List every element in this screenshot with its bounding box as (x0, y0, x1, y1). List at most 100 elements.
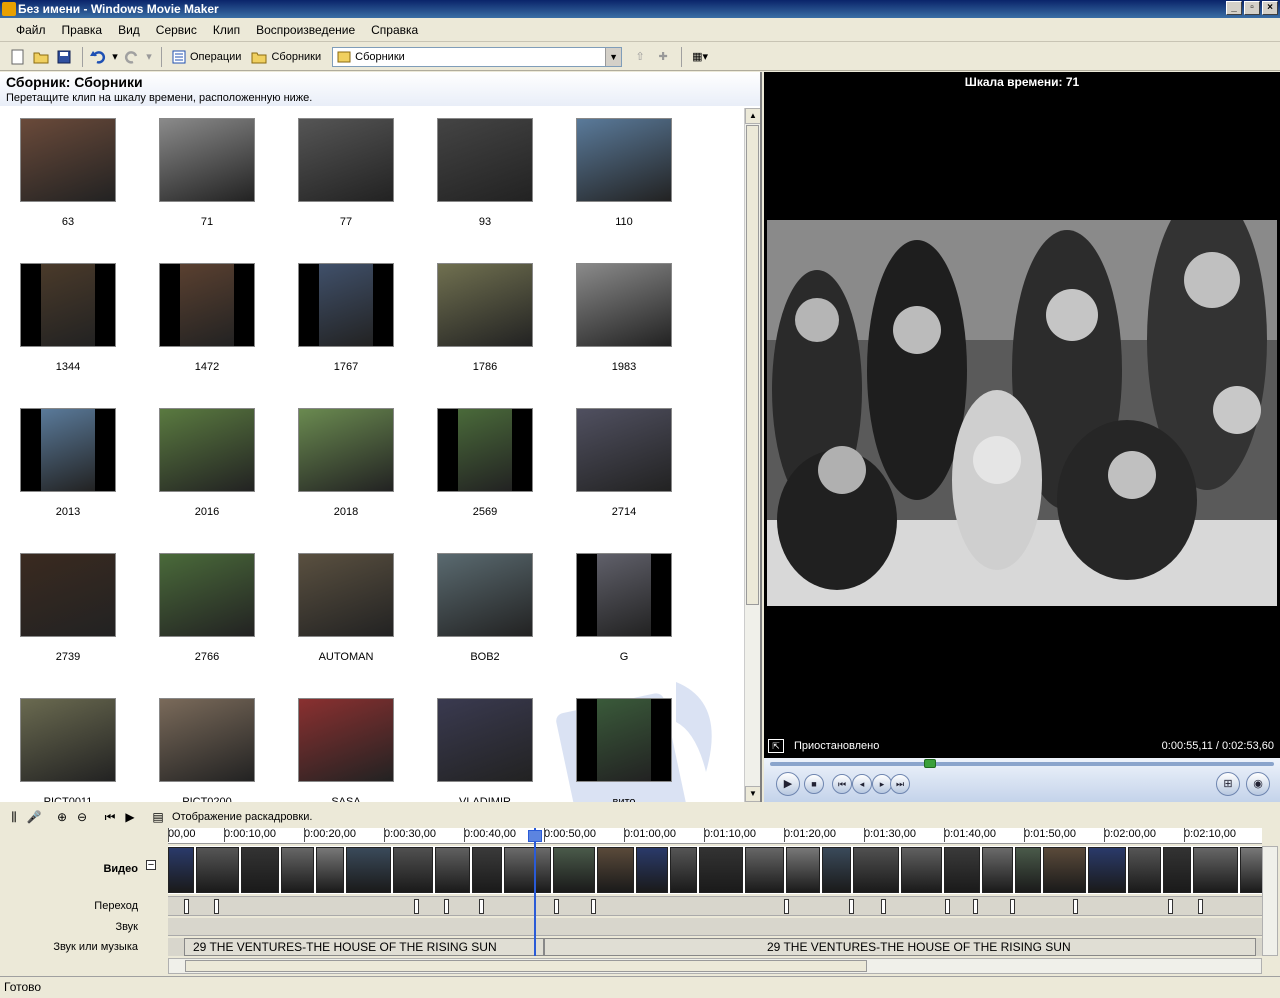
transition-marker[interactable] (414, 899, 419, 914)
transition-marker[interactable] (945, 899, 950, 914)
timeline-video-clip[interactable] (1088, 847, 1126, 893)
clip-thumbnail-image[interactable] (159, 408, 255, 492)
timeline-video-clip[interactable] (346, 847, 391, 893)
play-icon[interactable]: ▶ (776, 772, 800, 796)
undo-icon[interactable] (88, 47, 108, 67)
timeline-video-clip[interactable] (636, 847, 668, 893)
clip-thumbnail-item[interactable]: 2714 (576, 408, 672, 518)
clip-thumbnail-image[interactable] (437, 698, 533, 782)
timeline-video-clip[interactable] (853, 847, 899, 893)
clip-thumbnail-item[interactable]: 2739 (20, 553, 116, 663)
storyboard-toggle-label[interactable]: Отображение раскадровки. (172, 811, 312, 823)
menu-play[interactable]: Воспроизведение (248, 23, 363, 37)
timeline-video-clip[interactable] (901, 847, 942, 893)
clip-thumbnail-item[interactable]: вито (576, 698, 672, 802)
clip-thumbnail-item[interactable]: 1767 (298, 263, 394, 373)
timeline-video-clip[interactable] (316, 847, 344, 893)
clip-thumbnail-item[interactable]: 1472 (159, 263, 255, 373)
transition-marker[interactable] (1073, 899, 1078, 914)
split-clip-icon[interactable]: ⊞ (1216, 772, 1240, 796)
playhead[interactable] (534, 828, 536, 956)
collection-selector[interactable]: Сборники ▼ (332, 46, 623, 67)
timeline-vscroll[interactable] (1262, 846, 1278, 956)
timeline-video-clip[interactable] (435, 847, 470, 893)
transition-marker[interactable] (214, 899, 219, 914)
maximize-button[interactable]: ▫ (1244, 1, 1260, 15)
clip-thumbnail-item[interactable]: VLADIMIR (437, 698, 533, 802)
scroll-down-icon[interactable]: ▼ (745, 786, 760, 802)
next-frame-icon[interactable]: ⏭ (890, 774, 910, 794)
clip-thumbnail-item[interactable]: 71 (159, 118, 255, 228)
new-collection-icon[interactable]: ✚ (653, 47, 673, 67)
menu-view[interactable]: Вид (110, 23, 148, 37)
narrate-timeline-icon[interactable]: 🎤 (24, 808, 44, 826)
transition-marker[interactable] (1198, 899, 1203, 914)
timeline-video-clip[interactable] (699, 847, 743, 893)
rewind-timeline-icon[interactable]: ⏮ (100, 808, 120, 826)
clip-thumbnail-item[interactable]: 1344 (20, 263, 116, 373)
step-back-icon[interactable]: ◂ (852, 774, 872, 794)
clip-thumbnail-item[interactable]: 93 (437, 118, 533, 228)
clip-thumbnail-image[interactable] (20, 698, 116, 782)
clip-thumbnail-image[interactable] (576, 553, 672, 637)
timeline-video-clip[interactable] (597, 847, 634, 893)
clip-thumbnail-image[interactable] (298, 698, 394, 782)
undo-dropdown-icon[interactable]: ▾ (111, 47, 119, 67)
clip-thumbnail-item[interactable]: 2018 (298, 408, 394, 518)
clip-thumbnail-item[interactable]: 63 (20, 118, 116, 228)
set-audio-levels-icon[interactable]: ⫼ (4, 808, 24, 826)
seek-handle[interactable] (923, 759, 936, 768)
clip-thumbnail-image[interactable] (437, 263, 533, 347)
timeline-video-clip[interactable] (786, 847, 820, 893)
up-level-icon[interactable]: ⇧ (630, 47, 650, 67)
clip-thumbnail-item[interactable]: 1786 (437, 263, 533, 373)
timeline-video-clip[interactable] (670, 847, 697, 893)
clip-thumbnail-image[interactable] (159, 553, 255, 637)
clip-thumbnail-image[interactable] (298, 118, 394, 202)
menu-clip[interactable]: Клип (205, 23, 248, 37)
minimize-button[interactable]: _ (1226, 1, 1242, 15)
timeline-video-clip[interactable] (1015, 847, 1041, 893)
clip-thumbnail-image[interactable] (298, 408, 394, 492)
clip-thumbnail-item[interactable]: 1983 (576, 263, 672, 373)
clip-thumbnail-item[interactable]: 77 (298, 118, 394, 228)
clip-thumbnail-image[interactable] (298, 553, 394, 637)
view-options-icon[interactable]: ▦▾ (687, 47, 713, 67)
clip-thumbnail-image[interactable] (437, 118, 533, 202)
audio-track[interactable] (168, 918, 1262, 936)
transition-marker[interactable] (554, 899, 559, 914)
timeline-video-clip[interactable] (822, 847, 851, 893)
collection-scrollbar[interactable]: ▲ ▼ (744, 108, 760, 802)
timeline-video-clip[interactable] (1043, 847, 1086, 893)
clip-thumbnail-image[interactable] (576, 263, 672, 347)
clip-thumbnail-item[interactable]: G (576, 553, 672, 663)
clip-thumbnail-item[interactable]: 110 (576, 118, 672, 228)
clip-thumbnail-item[interactable]: 2016 (159, 408, 255, 518)
clip-thumbnail-image[interactable] (576, 408, 672, 492)
timeline-video-clip[interactable] (393, 847, 433, 893)
chevron-down-icon[interactable]: ▼ (605, 47, 622, 66)
transition-marker[interactable] (1010, 899, 1015, 914)
transition-track[interactable] (168, 896, 1262, 916)
timeline-video-clip[interactable] (472, 847, 502, 893)
playhead-handle[interactable] (528, 830, 542, 842)
clip-thumbnail-image[interactable] (20, 118, 116, 202)
storyboard-view-icon[interactable]: ▤ (148, 808, 168, 826)
previous-frame-icon[interactable]: ⏮ (832, 774, 852, 794)
timeline-video-clip[interactable] (241, 847, 279, 893)
clip-thumbnail-item[interactable]: 2569 (437, 408, 533, 518)
clip-thumbnail-image[interactable] (20, 263, 116, 347)
close-button[interactable]: × (1262, 1, 1278, 15)
music-clip[interactable]: 29 THE VENTURES-THE HOUSE OF THE RISING … (184, 938, 544, 956)
collections-button[interactable]: Сборники (246, 46, 326, 68)
timeline-video-clip[interactable] (745, 847, 784, 893)
transition-marker[interactable] (1168, 899, 1173, 914)
timeline-video-clip[interactable] (1193, 847, 1238, 893)
detach-monitor-icon[interactable]: ⇱ (768, 739, 784, 753)
menu-edit[interactable]: Правка (54, 23, 111, 37)
clip-thumbnail-item[interactable]: AUTOMAN (298, 553, 394, 663)
video-track[interactable] (168, 846, 1262, 894)
clip-thumbnail-item[interactable]: PICT0011 (20, 698, 116, 802)
transition-marker[interactable] (849, 899, 854, 914)
menu-help[interactable]: Справка (363, 23, 426, 37)
